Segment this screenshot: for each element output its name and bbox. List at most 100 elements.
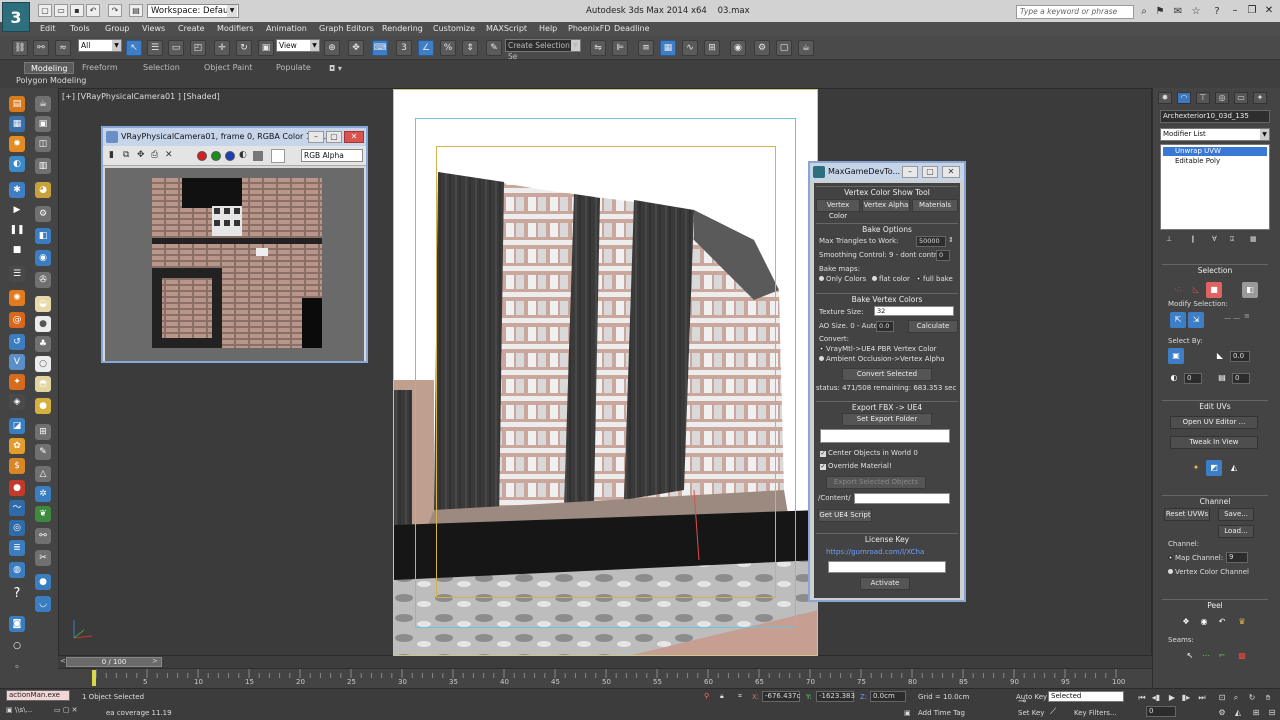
paint-icon[interactable]: ✿ bbox=[9, 438, 25, 454]
edge-select-icon[interactable]: ◺ bbox=[1188, 282, 1204, 298]
previous-frame-icon[interactable]: ◂▮ bbox=[1150, 692, 1162, 703]
schematic-view-icon[interactable]: ⊞ bbox=[704, 40, 720, 56]
lock-selection-icon[interactable]: 🔒︎ bbox=[720, 692, 724, 701]
radio-vraymtl-pbr[interactable]: VrayMtl->UE4 PBR Vertex Color bbox=[819, 345, 937, 353]
reference-coordinate-dropdown[interactable]: View ▼ bbox=[276, 39, 320, 52]
y-coordinate-field[interactable]: -1623.383 bbox=[816, 691, 855, 702]
channel-dropdown[interactable]: RGB Alpha bbox=[301, 149, 363, 162]
activate-button[interactable]: Activate bbox=[860, 577, 910, 590]
ao-size-spinner[interactable]: 0.0 bbox=[876, 321, 894, 332]
open-file-icon[interactable]: ▭ bbox=[54, 4, 68, 17]
current-frame-field[interactable]: 0 bbox=[1146, 706, 1176, 717]
triangle-icon[interactable]: △ bbox=[35, 466, 51, 482]
export-folder-input[interactable] bbox=[820, 429, 950, 443]
license-key-input[interactable] bbox=[828, 561, 946, 573]
tool-icon[interactable]: ✂ bbox=[35, 550, 51, 566]
phoenix-icon[interactable]: ✦ bbox=[9, 374, 25, 390]
bind-space-warp-icon[interactable]: ≈ bbox=[55, 40, 71, 56]
pin-icon[interactable]: ♛ bbox=[1234, 614, 1250, 630]
keyboard-shortcut-override-icon[interactable]: ⌨ bbox=[372, 40, 388, 56]
extra-icon[interactable]: ◦ bbox=[9, 660, 25, 676]
select-by-mat-id-icon[interactable]: ▤ bbox=[1214, 370, 1230, 386]
angle-snap-icon[interactable]: ∠ bbox=[418, 40, 434, 56]
reset-uvws-button[interactable]: Reset UVWs bbox=[1164, 508, 1210, 521]
ribbon-options-icon[interactable]: ◘ ▾ bbox=[329, 64, 342, 73]
material-editor-icon[interactable]: ◉ bbox=[730, 40, 746, 56]
smoothing-spinner[interactable]: 0 bbox=[936, 250, 950, 261]
viewport-label[interactable]: [+] [VRayPhysicalCamera01 ] [Shaded] bbox=[62, 92, 220, 101]
remove-seam-icon[interactable]: ▩ bbox=[1234, 648, 1250, 664]
pause-icon[interactable]: ❚❚ bbox=[9, 222, 25, 238]
planar-angle-spinner[interactable]: 0.0 bbox=[1230, 351, 1250, 362]
shrink-selection-icon[interactable]: ⇲ bbox=[1188, 312, 1204, 328]
radio-only-colors[interactable]: Only Colors bbox=[819, 275, 866, 283]
menu-customize[interactable]: Customize bbox=[433, 24, 475, 33]
leaf-icon[interactable]: ❦ bbox=[35, 506, 51, 522]
select-by-element-icon[interactable]: ▣ bbox=[1168, 348, 1184, 364]
close-icon[interactable]: ✕ bbox=[1262, 4, 1276, 18]
rotate-view-icon[interactable]: ↺ bbox=[9, 334, 25, 350]
time-slider[interactable] bbox=[58, 656, 1152, 668]
vertex-select-icon[interactable]: ·∴ bbox=[1170, 282, 1186, 298]
center-objects-checkbox[interactable]: ✓ Center Objects in World 0 bbox=[820, 449, 918, 457]
menu-help[interactable]: Help bbox=[539, 24, 557, 33]
radio-vertex-color-channel[interactable]: Vertex Color Channel bbox=[1168, 568, 1249, 576]
point-to-point-seam-icon[interactable]: ↖ bbox=[1182, 648, 1198, 664]
utilities-tab-icon[interactable]: ✦ bbox=[1253, 92, 1267, 104]
edge-sel-to-seam-icon[interactable]: ⋯ bbox=[1198, 648, 1214, 664]
box-icon[interactable]: ▣ bbox=[35, 116, 51, 132]
configure-sets-icon[interactable]: ▦ bbox=[1250, 235, 1257, 243]
help-search-input[interactable]: Type a keyword or phrase bbox=[1016, 5, 1134, 19]
rollout-selection[interactable]: Selection bbox=[1162, 264, 1268, 275]
pin-stack-icon[interactable]: ⊥ bbox=[1166, 235, 1172, 243]
tweak-in-view-button[interactable]: Tweak In View bbox=[1170, 436, 1258, 449]
mirror-icon[interactable]: ⇋ bbox=[590, 40, 606, 56]
minimize-icon[interactable]: – bbox=[308, 131, 324, 143]
render-setup-icon[interactable]: ⚙ bbox=[754, 40, 770, 56]
modifier-list-dropdown[interactable]: Modifier List ▼ bbox=[1160, 128, 1270, 141]
red-channel-icon[interactable] bbox=[197, 151, 207, 161]
calculate-button[interactable]: Calculate bbox=[908, 320, 958, 333]
zoom-extents-icon[interactable]: ⊡ bbox=[1216, 692, 1228, 703]
spinner-snap-icon[interactable]: ⇕ bbox=[462, 40, 478, 56]
swirl-icon[interactable]: @ bbox=[9, 312, 25, 328]
snaps-toggle-icon[interactable]: 3 bbox=[396, 40, 412, 56]
ribbon-tab-freeform[interactable]: Freeform bbox=[76, 62, 124, 74]
edit-named-selection-icon[interactable]: ✎ bbox=[486, 40, 502, 56]
camera-icon[interactable]: ◐ bbox=[9, 156, 25, 172]
loop-icon[interactable]: — — bbox=[1224, 314, 1240, 322]
render-icon[interactable]: ◍ bbox=[9, 562, 25, 578]
cube-icon[interactable]: ◧ bbox=[35, 228, 51, 244]
map-channel-spinner[interactable]: 9 bbox=[1226, 552, 1248, 563]
maximize-icon[interactable]: ▢ bbox=[326, 131, 342, 143]
curve-editor-icon[interactable]: ∿ bbox=[682, 40, 698, 56]
orbit-icon[interactable]: ↻ bbox=[1246, 692, 1258, 703]
set-key-icon[interactable]: ⟋ bbox=[1050, 707, 1056, 717]
vfb-image-area[interactable] bbox=[105, 168, 364, 361]
small-dot-icon[interactable]: ○ bbox=[9, 638, 25, 654]
walk-icon[interactable]: ⊞ bbox=[1250, 707, 1262, 718]
background-color-icon[interactable] bbox=[271, 149, 285, 163]
set-export-folder-button[interactable]: Set Export Folder bbox=[842, 413, 932, 426]
rotate-icon[interactable]: ↻ bbox=[236, 40, 252, 56]
wave-icon[interactable]: 〜 bbox=[9, 500, 25, 516]
ball-blue-icon[interactable]: ● bbox=[35, 574, 51, 590]
radio-flat-color[interactable]: flat color bbox=[872, 275, 910, 283]
favorites-icon[interactable]: ☆ bbox=[1189, 5, 1203, 19]
gear-icon[interactable]: ⚙ bbox=[35, 206, 51, 222]
time-slider-knob[interactable]: 0 / 100 bbox=[66, 657, 162, 667]
quick-peel-icon[interactable]: ❖ bbox=[1178, 614, 1194, 630]
mat-id-spinner[interactable]: 0 bbox=[1232, 373, 1250, 384]
blue-channel-icon[interactable] bbox=[225, 151, 235, 161]
license-link[interactable]: https://gumroad.com/l/XCha bbox=[826, 548, 924, 556]
ribbon-tab-populate[interactable]: Populate bbox=[270, 62, 317, 74]
green-channel-icon[interactable] bbox=[211, 151, 221, 161]
load-button[interactable]: Load... bbox=[1218, 525, 1254, 538]
maxscript-listener[interactable]: actionMan.exe bbox=[6, 690, 70, 701]
go-to-end-icon[interactable]: ⏭ bbox=[1196, 692, 1208, 703]
rollout-bake-options[interactable]: Bake Options bbox=[816, 223, 958, 234]
get-ue4-script-button[interactable]: Get UE4 Script bbox=[818, 509, 872, 522]
rollout-peel[interactable]: Peel bbox=[1162, 599, 1268, 610]
select-manipulate-icon[interactable]: ✥ bbox=[348, 40, 364, 56]
next-frame-icon[interactable]: ▮▸ bbox=[1180, 692, 1192, 703]
